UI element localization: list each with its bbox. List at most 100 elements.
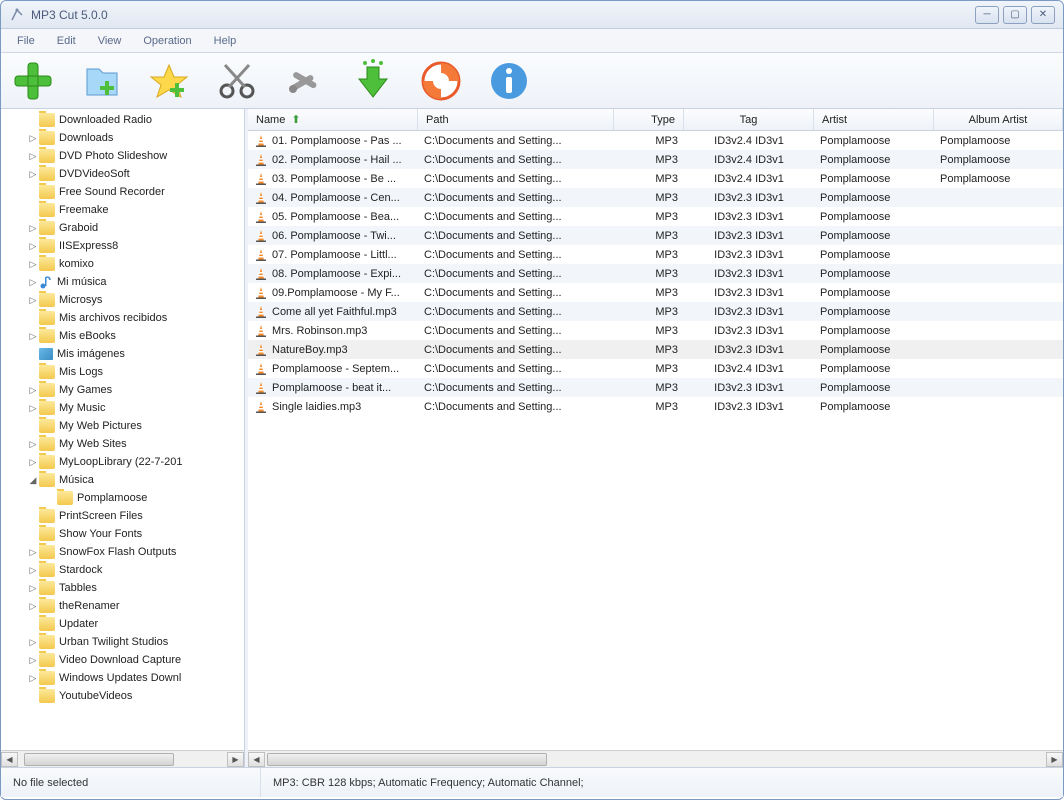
tree-item[interactable]: My Web Pictures: [1, 417, 244, 435]
info-button[interactable]: [485, 57, 533, 105]
file-row[interactable]: 09.Pomplamoose - My F...C:\Documents and…: [248, 283, 1063, 302]
tree-item[interactable]: ▷Microsys: [1, 291, 244, 309]
expand-icon[interactable]: ▷: [27, 655, 39, 666]
col-header-album-artist[interactable]: Album Artist: [934, 109, 1063, 130]
expand-icon[interactable]: ▷: [27, 169, 39, 180]
folder-tree[interactable]: Downloaded Radio▷Downloads▷DVD Photo Sli…: [1, 109, 244, 750]
tree-item[interactable]: ▷Windows Updates Downl: [1, 669, 244, 687]
expand-icon[interactable]: ▷: [27, 403, 39, 414]
add-folder-button[interactable]: [77, 57, 125, 105]
expand-icon[interactable]: ▷: [27, 601, 39, 612]
minimize-button[interactable]: ─: [975, 6, 999, 24]
file-row[interactable]: 04. Pomplamoose - Cen...C:\Documents and…: [248, 188, 1063, 207]
expand-icon[interactable]: ▷: [27, 439, 39, 450]
expand-icon[interactable]: ▷: [27, 241, 39, 252]
add-button[interactable]: [9, 57, 57, 105]
col-header-path[interactable]: Path: [418, 109, 614, 130]
tree-item[interactable]: Mis imágenes: [1, 345, 244, 363]
tree-item[interactable]: Free Sound Recorder: [1, 183, 244, 201]
expand-icon[interactable]: ▷: [27, 583, 39, 594]
file-list[interactable]: 01. Pomplamoose - Pas ...C:\Documents an…: [248, 131, 1063, 750]
tree-item[interactable]: PrintScreen Files: [1, 507, 244, 525]
tree-item[interactable]: ◢Música: [1, 471, 244, 489]
tree-item[interactable]: Pomplamoose: [1, 489, 244, 507]
tree-item[interactable]: ▷Urban Twilight Studios: [1, 633, 244, 651]
expand-icon[interactable]: ▷: [27, 673, 39, 684]
tree-item[interactable]: ▷Tabbles: [1, 579, 244, 597]
file-row[interactable]: 05. Pomplamoose - Bea...C:\Documents and…: [248, 207, 1063, 226]
tree-item[interactable]: ▷Mi música: [1, 273, 244, 291]
settings-button[interactable]: [281, 57, 329, 105]
expand-icon[interactable]: ▷: [27, 331, 39, 342]
scroll-left-icon[interactable]: ◀: [248, 752, 265, 767]
menu-view[interactable]: View: [88, 32, 132, 50]
maximize-button[interactable]: ▢: [1003, 6, 1027, 24]
list-hscrollbar[interactable]: ◀ ▶: [248, 750, 1063, 767]
tree-item[interactable]: ▷MyLoopLibrary (22-7-201: [1, 453, 244, 471]
tree-item[interactable]: ▷DVD Photo Slideshow: [1, 147, 244, 165]
file-row[interactable]: NatureBoy.mp3C:\Documents and Setting...…: [248, 340, 1063, 359]
tree-item[interactable]: ▷komixo: [1, 255, 244, 273]
expand-icon[interactable]: ▷: [27, 295, 39, 306]
tree-item[interactable]: ▷My Web Sites: [1, 435, 244, 453]
tree-hscrollbar[interactable]: ◀ ▶: [1, 750, 244, 767]
tree-item[interactable]: ▷Graboid: [1, 219, 244, 237]
menu-operation[interactable]: Operation: [133, 32, 201, 50]
file-row[interactable]: 01. Pomplamoose - Pas ...C:\Documents an…: [248, 131, 1063, 150]
file-row[interactable]: 06. Pomplamoose - Twi...C:\Documents and…: [248, 226, 1063, 245]
menu-help[interactable]: Help: [204, 32, 247, 50]
tree-item[interactable]: ▷IISExpress8: [1, 237, 244, 255]
cut-button[interactable]: [213, 57, 261, 105]
download-button[interactable]: [349, 57, 397, 105]
tree-item[interactable]: Mis archivos recibidos: [1, 309, 244, 327]
expand-icon[interactable]: ▷: [27, 457, 39, 468]
close-button[interactable]: ✕: [1031, 6, 1055, 24]
expand-icon[interactable]: ▷: [27, 637, 39, 648]
expand-icon[interactable]: ▷: [27, 565, 39, 576]
file-row[interactable]: 02. Pomplamoose - Hail ...C:\Documents a…: [248, 150, 1063, 169]
col-header-type[interactable]: Type: [614, 109, 684, 130]
expand-icon[interactable]: ▷: [27, 223, 39, 234]
tree-item[interactable]: ▷Stardock: [1, 561, 244, 579]
tree-item[interactable]: Downloaded Radio: [1, 111, 244, 129]
tree-item[interactable]: ▷My Games: [1, 381, 244, 399]
tree-item[interactable]: ▷theRenamer: [1, 597, 244, 615]
tree-item[interactable]: ▷Video Download Capture: [1, 651, 244, 669]
scroll-thumb[interactable]: [24, 753, 174, 766]
scroll-thumb[interactable]: [267, 753, 547, 766]
file-row[interactable]: Single laidies.mp3C:\Documents and Setti…: [248, 397, 1063, 416]
file-row[interactable]: Pomplamoose - Septem...C:\Documents and …: [248, 359, 1063, 378]
expand-icon[interactable]: ▷: [27, 385, 39, 396]
file-row[interactable]: 03. Pomplamoose - Be ...C:\Documents and…: [248, 169, 1063, 188]
tree-item[interactable]: Freemake: [1, 201, 244, 219]
file-row[interactable]: Mrs. Robinson.mp3C:\Documents and Settin…: [248, 321, 1063, 340]
help-button[interactable]: [417, 57, 465, 105]
tree-item[interactable]: ▷Downloads: [1, 129, 244, 147]
scroll-right-icon[interactable]: ▶: [227, 752, 244, 767]
tree-item[interactable]: ▷DVDVideoSoft: [1, 165, 244, 183]
tree-item[interactable]: Show Your Fonts: [1, 525, 244, 543]
expand-icon[interactable]: ▷: [27, 133, 39, 144]
tree-item[interactable]: Updater: [1, 615, 244, 633]
expand-icon[interactable]: ▷: [27, 259, 39, 270]
col-header-tag[interactable]: Tag: [684, 109, 814, 130]
scroll-right-icon[interactable]: ▶: [1046, 752, 1063, 767]
col-header-name[interactable]: Name⬆: [248, 109, 418, 130]
file-row[interactable]: 08. Pomplamoose - Expi...C:\Documents an…: [248, 264, 1063, 283]
tree-item[interactable]: Mis Logs: [1, 363, 244, 381]
expand-icon[interactable]: ▷: [27, 547, 39, 558]
tree-item[interactable]: YoutubeVideos: [1, 687, 244, 705]
tree-item[interactable]: ▷SnowFox Flash Outputs: [1, 543, 244, 561]
expand-icon[interactable]: ◢: [27, 475, 39, 486]
tree-item[interactable]: ▷My Music: [1, 399, 244, 417]
menu-edit[interactable]: Edit: [47, 32, 86, 50]
menu-file[interactable]: File: [7, 32, 45, 50]
expand-icon[interactable]: ▷: [27, 151, 39, 162]
scroll-left-icon[interactable]: ◀: [1, 752, 18, 767]
file-row[interactable]: 07. Pomplamoose - Littl...C:\Documents a…: [248, 245, 1063, 264]
file-row[interactable]: Come all yet Faithful.mp3C:\Documents an…: [248, 302, 1063, 321]
favorite-button[interactable]: [145, 57, 193, 105]
expand-icon[interactable]: ▷: [27, 277, 39, 288]
tree-item[interactable]: ▷Mis eBooks: [1, 327, 244, 345]
file-row[interactable]: Pomplamoose - beat it...C:\Documents and…: [248, 378, 1063, 397]
